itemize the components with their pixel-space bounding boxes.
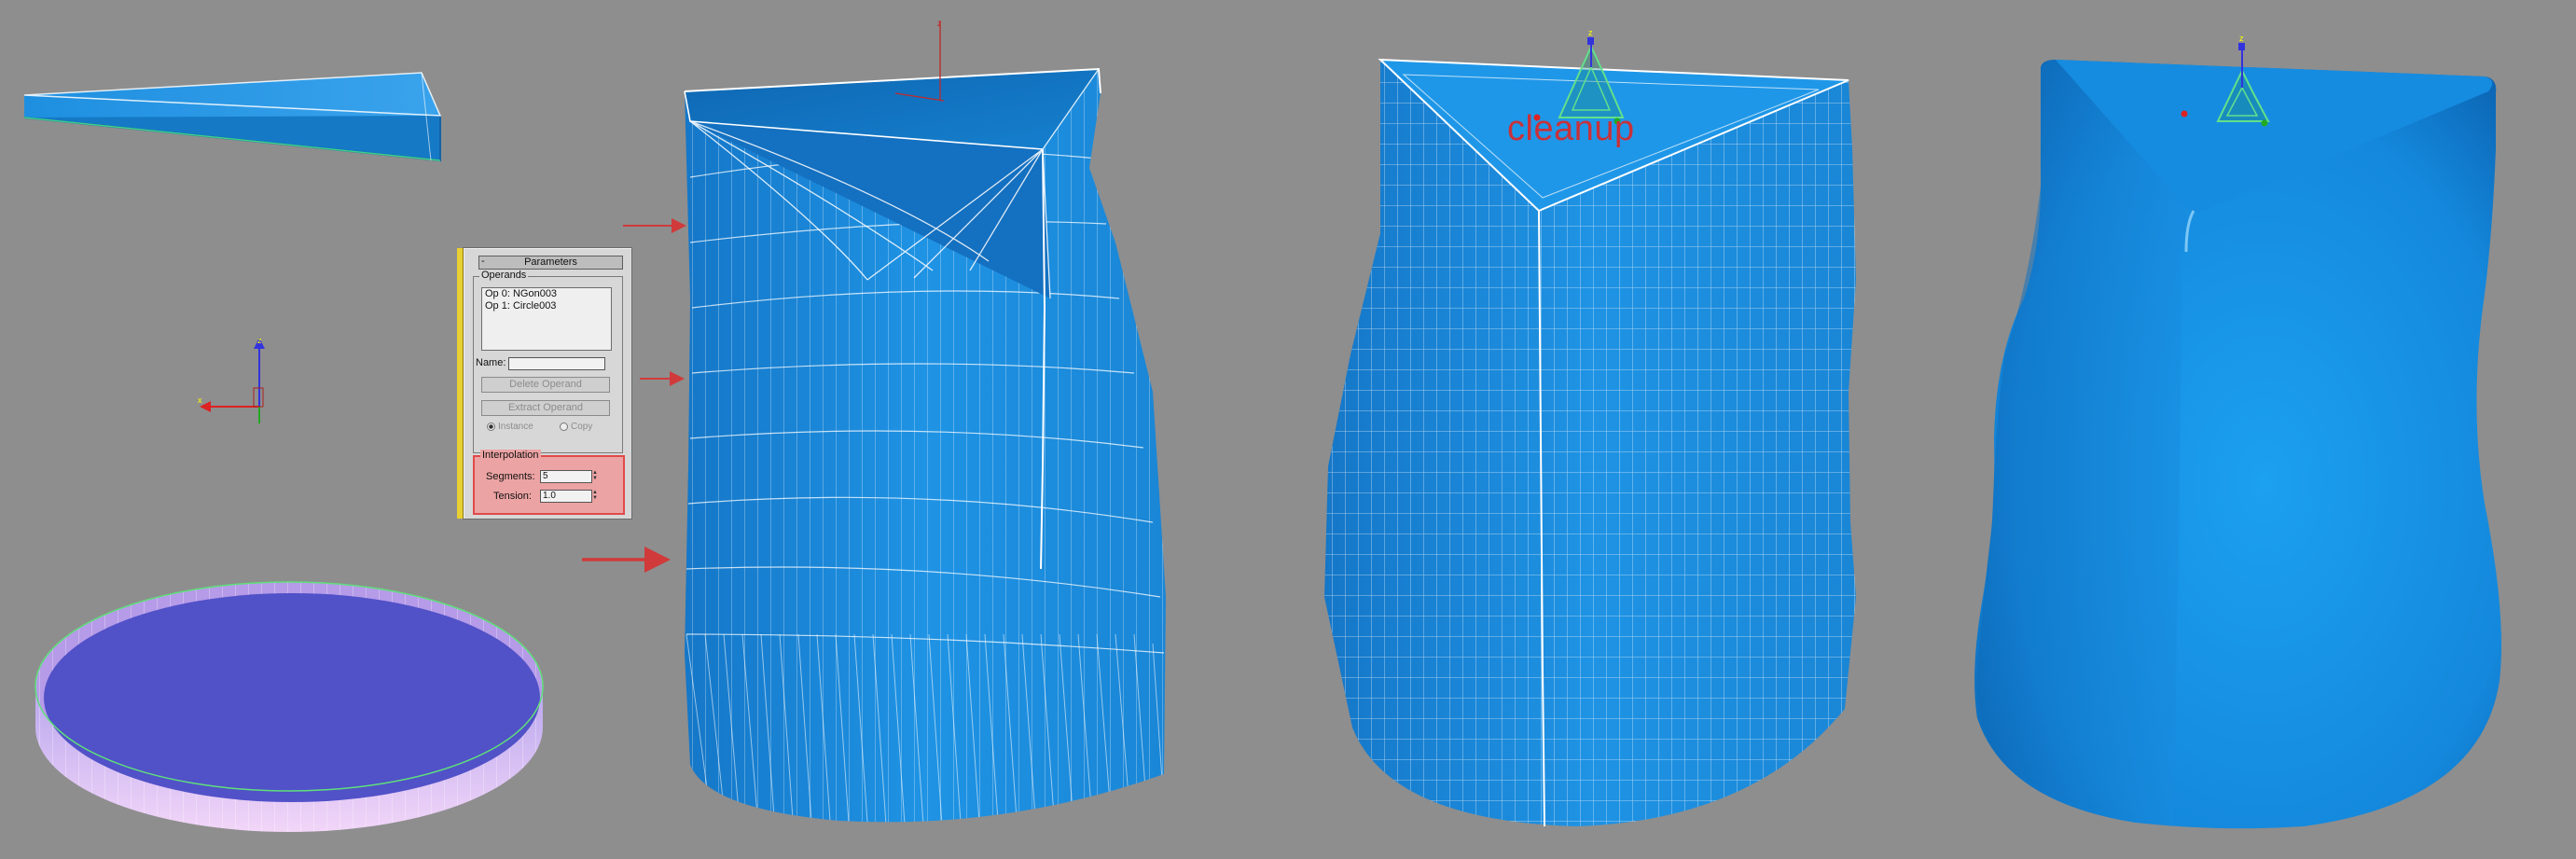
instance-radio-label: Instance — [498, 422, 533, 432]
instance-radio[interactable]: Instance — [487, 422, 533, 432]
radio-selected-icon — [487, 422, 495, 431]
loft-wireframe-object[interactable]: z — [653, 19, 1212, 858]
parameters-panel: - Parameters Operands Op 0: NGon003 Op 1… — [457, 247, 632, 520]
tension-label: Tension: — [493, 491, 532, 502]
cleanup-label: cleanup — [1507, 109, 1635, 148]
svg-text:z: z — [1588, 28, 1593, 37]
tension-field[interactable]: 1.0 — [540, 490, 592, 503]
operands-group: Operands Op 0: NGon003 Op 1: Circle003 N… — [473, 270, 623, 453]
transform-gizmo-icon: z x — [198, 336, 265, 423]
list-item[interactable]: Op 0: NGon003 — [482, 288, 611, 300]
rollout-header-parameters[interactable]: - Parameters — [478, 256, 623, 270]
radio-unselected-icon — [560, 422, 568, 431]
smoothed-object[interactable]: z — [1974, 34, 2501, 829]
interpolation-group: Interpolation Segments: 5 ▲ ▼ Tension: 1.… — [473, 450, 625, 515]
copy-radio-label: Copy — [571, 422, 593, 432]
tension-spinner-icon[interactable]: ▲ ▼ — [592, 490, 598, 501]
delete-operand-button[interactable]: Delete Operand — [481, 377, 610, 393]
operands-group-label: Operands — [479, 270, 529, 281]
segments-label: Segments: — [486, 471, 535, 482]
panel-scrollbar[interactable] — [457, 248, 464, 519]
segments-field[interactable]: 5 — [540, 470, 592, 483]
copy-radio[interactable]: Copy — [560, 422, 592, 432]
svg-text:z: z — [2239, 34, 2244, 43]
extract-operand-button[interactable]: Extract Operand — [481, 400, 610, 416]
viewport-scene[interactable]: z x z z z — [0, 0, 2576, 859]
svg-text:z: z — [937, 19, 942, 28]
svg-text:z: z — [257, 336, 262, 345]
rollout-title: Parameters — [524, 256, 577, 268]
circle-disc[interactable] — [35, 581, 544, 832]
operands-list[interactable]: Op 0: NGon003 Op 1: Circle003 — [481, 287, 612, 351]
list-item[interactable]: Op 1: Circle003 — [482, 300, 611, 312]
name-label: Name: — [476, 357, 506, 368]
name-field[interactable] — [508, 357, 605, 370]
interpolation-group-label: Interpolation — [480, 450, 541, 461]
ngon-slab[interactable] — [23, 72, 442, 162]
segments-spinner-icon[interactable]: ▲ ▼ — [592, 470, 598, 481]
collapse-icon[interactable]: - — [481, 256, 485, 268]
svg-text:x: x — [198, 395, 202, 405]
cleanup-mesh-object[interactable]: z — [1306, 28, 1884, 858]
